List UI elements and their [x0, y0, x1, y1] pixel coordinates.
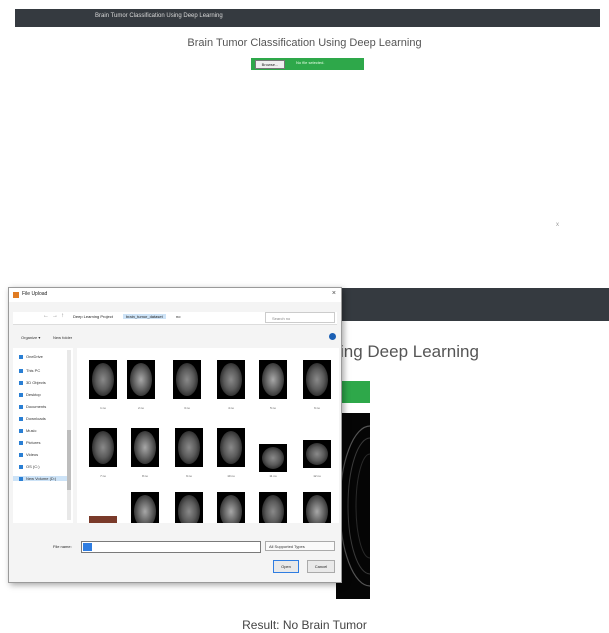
- file-label: 2 no: [138, 406, 144, 410]
- file-thumbnail[interactable]: [259, 360, 287, 399]
- sidebar-item-onedrive[interactable]: OneDrive: [19, 354, 43, 359]
- file-name-label: File name:: [53, 544, 72, 549]
- sidebar-item-pictures[interactable]: Pictures: [19, 440, 40, 445]
- file-thumbnail[interactable]: [89, 428, 117, 467]
- file-upload-bar: Browse... No file selected.: [251, 58, 364, 70]
- drive-icon: [19, 476, 23, 481]
- sidebar-item-os-c[interactable]: OS (C:): [19, 464, 40, 469]
- file-thumbnail[interactable]: [89, 360, 117, 399]
- sidebar-item-videos[interactable]: Videos: [19, 452, 38, 457]
- file-thumbnail[interactable]: [127, 360, 155, 399]
- sidebar-item-new-volume-d[interactable]: New Volume (D:): [13, 476, 71, 481]
- file-label: 6 no: [314, 406, 320, 410]
- nav-pane-scrollbar[interactable]: [67, 350, 71, 520]
- sidebar-item-this-pc[interactable]: This PC: [19, 368, 40, 373]
- file-thumbnail[interactable]: [173, 360, 201, 399]
- file-thumbnail[interactable]: [303, 440, 331, 468]
- picture-icon: [19, 440, 23, 445]
- file-label: 3 no: [184, 406, 190, 410]
- file-label: 10 no: [227, 474, 235, 478]
- breadcrumb-no[interactable]: no: [176, 314, 180, 319]
- organize-button[interactable]: Organize ▾: [21, 335, 40, 340]
- file-label: 4 no: [228, 406, 234, 410]
- file-thumbnail[interactable]: [89, 516, 117, 523]
- file-label: 5 no: [270, 406, 276, 410]
- computer-icon: [19, 368, 23, 373]
- sidebar-item-documents[interactable]: Documents: [19, 404, 46, 409]
- new-folder-button[interactable]: New folder: [53, 335, 72, 340]
- firefox-icon: [13, 292, 19, 298]
- back-arrow-icon[interactable]: ←: [43, 313, 49, 319]
- page-title: Brain Tumor Classification Using Deep Le…: [187, 37, 422, 49]
- file-label: 11 no: [269, 474, 277, 478]
- stray-mark: x: [556, 222, 559, 228]
- up-arrow-icon[interactable]: ↑: [61, 313, 64, 319]
- dialog-toolbar: Organize ▾ New folder: [13, 333, 337, 344]
- file-thumbnail[interactable]: [217, 360, 245, 399]
- file-thumbnail[interactable]: [131, 492, 159, 523]
- file-label: 9 no: [186, 474, 192, 478]
- drive-icon: [19, 464, 23, 469]
- scrollbar-thumb[interactable]: [67, 430, 71, 490]
- upload-bar-partial[interactable]: [341, 381, 370, 403]
- file-thumbnail[interactable]: [303, 360, 331, 399]
- cancel-button[interactable]: Cancel: [307, 560, 335, 573]
- download-icon: [19, 416, 23, 421]
- address-bar: ← → ↑ Deep Learning Project brain_tumor_…: [13, 312, 337, 325]
- sidebar-item-3d-objects[interactable]: 3D Objects: [19, 380, 46, 385]
- choose-file-button[interactable]: Browse...: [255, 60, 285, 69]
- document-icon: [19, 404, 23, 409]
- sidebar-item-downloads[interactable]: Downloads: [19, 416, 46, 421]
- cube-icon: [19, 380, 23, 385]
- dialog-titlebar: File Upload ×: [9, 288, 341, 302]
- file-status-text: No file selected.: [296, 60, 325, 65]
- help-icon[interactable]: [329, 333, 336, 340]
- sidebar-item-music[interactable]: Music: [19, 428, 36, 433]
- result-text: Result: No Brain Tumor: [242, 618, 367, 632]
- music-icon: [19, 428, 23, 433]
- file-thumbnail[interactable]: [217, 428, 245, 467]
- desktop-icon: [19, 392, 23, 397]
- file-label: 8 no: [142, 474, 148, 478]
- nav-pane: OneDrive This PC 3D Objects Desktop Docu…: [13, 348, 73, 523]
- page-title-partial: ing Deep Learning: [340, 342, 479, 361]
- cloud-icon: [19, 354, 23, 359]
- navbar-brand[interactable]: Brain Tumor Classification Using Deep Le…: [95, 13, 223, 19]
- bottom-navbar: [337, 288, 609, 321]
- top-navbar: Brain Tumor Classification Using Deep Le…: [15, 9, 600, 27]
- file-thumbnail[interactable]: [175, 428, 203, 467]
- file-label: 7 no: [100, 474, 106, 478]
- sidebar-item-desktop[interactable]: Desktop: [19, 392, 41, 397]
- breadcrumb-dataset[interactable]: brain_tumor_dataset: [123, 314, 166, 319]
- video-icon: [19, 452, 23, 457]
- close-icon[interactable]: ×: [332, 290, 336, 297]
- open-button[interactable]: Open: [273, 560, 299, 573]
- file-thumbnail[interactable]: [217, 492, 245, 523]
- file-upload-dialog: File Upload × ← → ↑ Deep Learning Projec…: [8, 287, 342, 583]
- file-type-select[interactable]: All Supported Types: [265, 541, 335, 551]
- dialog-title: File Upload: [22, 291, 48, 297]
- file-name-input[interactable]: [81, 541, 261, 553]
- file-thumbnail[interactable]: [303, 492, 331, 523]
- search-input[interactable]: Search no: [265, 312, 335, 323]
- breadcrumb-project[interactable]: Deep Learning Project: [73, 314, 113, 319]
- file-grid: 1 no 2 no 3 no 4 no 5 no 6 no 7 no 8 no …: [77, 348, 339, 523]
- file-thumbnail[interactable]: [259, 444, 287, 472]
- file-thumbnail[interactable]: [131, 428, 159, 467]
- file-thumbnail[interactable]: [259, 492, 287, 523]
- file-label: 1 no: [100, 406, 106, 410]
- selected-text-highlight: [83, 543, 92, 551]
- file-name-row: File name: All Supported Types: [13, 541, 339, 553]
- file-thumbnail[interactable]: [175, 492, 203, 523]
- file-label: 12 no: [313, 474, 321, 478]
- forward-arrow-icon[interactable]: →: [52, 313, 58, 319]
